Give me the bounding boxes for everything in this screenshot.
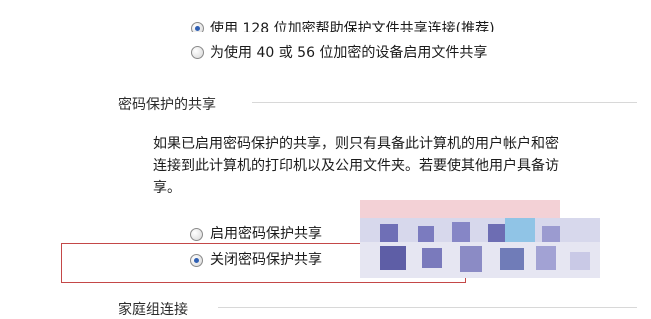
radio-enable-password-sharing[interactable]: [190, 228, 203, 241]
password-sharing-description-line-3: 享。: [153, 180, 181, 196]
radio-40-56bit-encryption[interactable]: [191, 46, 204, 59]
password-sharing-description-line-1: 如果已启用密码保护的共享，则只有具备此计算机的用户帐户和密: [153, 136, 559, 152]
password-sharing-description-line-2: 连接到此计算机的打印机以及公用文件夹。若要使其他用户具备访: [153, 158, 559, 174]
radio-disable-password-sharing[interactable]: [190, 254, 203, 267]
radio-disable-password-sharing-label[interactable]: 关闭密码保护共享: [210, 249, 322, 269]
encryption-section-top: 使用 128 位加密帮助保护文件共享连接(推荐): [0, 0, 651, 32]
radio-128bit-encryption-label[interactable]: 使用 128 位加密帮助保护文件共享连接(推荐): [210, 18, 495, 32]
homegroup-header: 家庭组连接: [118, 302, 188, 318]
radio-128bit-encryption[interactable]: [191, 22, 204, 32]
radio-40-56bit-encryption-label[interactable]: 为使用 40 或 56 位加密的设备启用文件共享: [210, 42, 487, 62]
password-sharing-header: 密码保护的共享: [118, 97, 216, 113]
radio-enable-password-sharing-label[interactable]: 启用密码保护共享: [210, 223, 322, 243]
pixelated-watermark: [360, 200, 600, 290]
homegroup-separator: [218, 307, 637, 308]
password-sharing-separator: [252, 102, 637, 103]
